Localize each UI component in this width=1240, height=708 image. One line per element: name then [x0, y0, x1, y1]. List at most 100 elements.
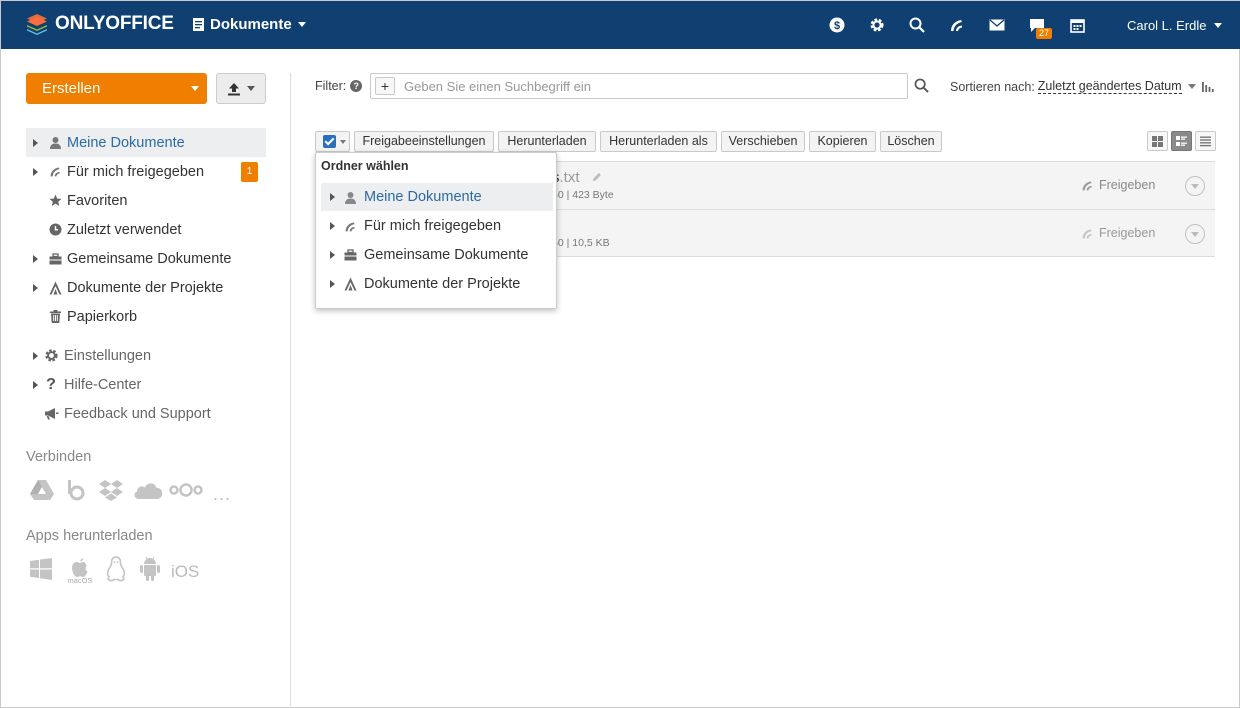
pencil-icon[interactable] [592, 172, 602, 182]
connect-services: ... [29, 479, 231, 506]
connect-title: Verbinden [26, 449, 92, 465]
sidebar-item-meine-dokumente[interactable]: Meine Dokumente [26, 128, 266, 157]
mail-icon[interactable] [987, 15, 1007, 35]
panel-divider [290, 73, 291, 708]
dropdown-item-project-documents[interactable]: Dokumente der Projekte [321, 270, 553, 298]
more-services-icon[interactable]: ... [213, 484, 231, 505]
gear-icon[interactable] [867, 15, 887, 35]
expand-arrow-icon[interactable] [33, 380, 38, 389]
sort-value[interactable]: Zuletzt geändertes Datum [1037, 79, 1182, 94]
expand-arrow-icon[interactable] [33, 351, 38, 360]
dropdown-item-meine-dokumente[interactable]: Meine Dokumente [321, 183, 553, 211]
sidebar-item-label: Für mich freigegeben [67, 163, 205, 180]
sidebar-item-help-center[interactable]: ? Hilfe-Center [26, 370, 266, 399]
nextcloud-icon[interactable] [169, 482, 203, 503]
logo[interactable]: ONLYOFFICE [25, 12, 174, 36]
sidebar-item-feedback[interactable]: Feedback und Support [26, 399, 266, 428]
sidebar-item-label: Favoriten [67, 192, 128, 209]
user-menu[interactable]: Carol L. Erdle [1127, 18, 1223, 33]
sort-order-icon[interactable] [1201, 81, 1214, 92]
upload-button[interactable] [216, 73, 266, 104]
dropbox-icon[interactable] [99, 479, 123, 506]
briefcase-icon [47, 251, 63, 267]
windows-icon[interactable] [29, 557, 53, 586]
sidebar-item-label: Gemeinsame Dokumente [67, 250, 232, 267]
folder-select-dropdown: Ordner wählen Meine Dokumente Für mich f… [315, 152, 557, 309]
android-icon[interactable] [139, 556, 161, 587]
user-icon [47, 135, 63, 151]
expand-arrow-icon[interactable] [33, 167, 38, 176]
share-label: Freigeben [1099, 178, 1156, 192]
dollar-icon[interactable]: $ [827, 15, 847, 35]
box-icon[interactable] [67, 479, 85, 506]
delete-button[interactable]: Löschen [880, 131, 942, 152]
dropdown-item-common-documents[interactable]: Gemeinsame Dokumente [321, 241, 553, 269]
chevron-down-icon [1214, 23, 1223, 28]
sidebar-item-recent[interactable]: Zuletzt verwendet [26, 215, 266, 244]
google-drive-icon[interactable] [29, 479, 55, 506]
tile-view-button[interactable] [1147, 131, 1168, 151]
sidebar-item-shared-with-me[interactable]: Für mich freigegeben 1 [26, 157, 266, 186]
expand-arrow-icon[interactable] [330, 280, 335, 288]
chevron-down-icon[interactable] [1187, 84, 1196, 89]
dropdown-item-label: Dokumente der Projekte [364, 276, 521, 292]
expand-arrow-icon[interactable] [33, 138, 38, 147]
sidebar-item-favorites[interactable]: Favoriten [26, 186, 266, 215]
sidebar-item-settings[interactable]: Einstellungen [26, 341, 266, 370]
file-menu-button[interactable] [1185, 224, 1205, 244]
svg-text:$: $ [834, 20, 840, 32]
list-view-button[interactable] [1195, 131, 1216, 151]
module-switcher[interactable]: Dokumente [193, 16, 306, 33]
select-all-checkbox[interactable] [315, 131, 350, 152]
file-menu-button[interactable] [1185, 176, 1205, 196]
compact-view-button[interactable] [1171, 131, 1192, 151]
sort-control: Sortieren nach: Zuletzt geändertes Datum [950, 79, 1214, 94]
sidebar-item-trash[interactable]: Papierkorb [26, 302, 266, 331]
shared-icon [342, 218, 358, 234]
move-button[interactable]: Verschieben [721, 131, 805, 152]
search-icon[interactable] [907, 15, 927, 35]
shared-icon [47, 164, 63, 180]
calendar-icon[interactable] [1067, 15, 1087, 35]
share-button[interactable]: Freigeben [1081, 178, 1155, 192]
sidebar-item-label: Feedback und Support [64, 405, 211, 422]
top-bar: ONLYOFFICE Dokumente $ 27 Carol L. Erdle [1, 1, 1240, 49]
dropdown-item-label: Gemeinsame Dokumente [364, 247, 529, 263]
expand-arrow-icon[interactable] [330, 222, 335, 230]
sidebar-nav: Meine Dokumente Für mich freigegeben 1 F… [26, 128, 266, 331]
download-button[interactable]: Herunterladen [498, 131, 596, 152]
feed-icon[interactable] [947, 15, 967, 35]
share-button[interactable]: Freigeben [1081, 226, 1155, 240]
ios-icon[interactable]: iOS [171, 562, 199, 582]
create-button[interactable]: Erstellen [26, 73, 207, 104]
onedrive-icon[interactable] [133, 480, 163, 505]
chat-icon[interactable]: 27 [1027, 15, 1053, 39]
user-name: Carol L. Erdle [1127, 18, 1207, 33]
gear-icon [43, 348, 59, 364]
macos-label: macOS [67, 576, 93, 585]
file-meta: 50 | 423 Byte [552, 189, 614, 201]
sidebar-item-project-documents[interactable]: Dokumente der Projekte [26, 273, 266, 302]
add-filter-button[interactable]: + [375, 77, 395, 95]
sort-label: Sortieren nach: [950, 79, 1035, 94]
download-as-button[interactable]: Herunterladen als [600, 131, 717, 152]
search-input[interactable] [404, 77, 894, 96]
macos-icon[interactable]: macOS [65, 558, 95, 585]
chevron-down-icon [340, 140, 346, 144]
dropdown-item-shared-with-me[interactable]: Für mich freigegeben [321, 212, 553, 240]
file-title[interactable]: s.txt [552, 169, 602, 186]
user-icon [342, 189, 358, 205]
help-icon[interactable]: ? [350, 80, 363, 92]
linux-icon[interactable] [105, 556, 127, 587]
grid-icon [1152, 135, 1163, 147]
create-button-label: Erstellen [42, 80, 101, 97]
search-icon[interactable] [914, 78, 930, 94]
sharing-settings-button[interactable]: Freigabeeinstellungen [354, 131, 494, 152]
sidebar-item-common-documents[interactable]: Gemeinsame Dokumente [26, 244, 266, 273]
expand-arrow-icon[interactable] [33, 254, 38, 263]
expand-arrow-icon[interactable] [330, 251, 335, 259]
expand-arrow-icon[interactable] [33, 283, 38, 292]
expand-arrow-icon[interactable] [330, 193, 335, 201]
copy-button[interactable]: Kopieren [809, 131, 876, 152]
briefcase-icon [342, 247, 358, 263]
